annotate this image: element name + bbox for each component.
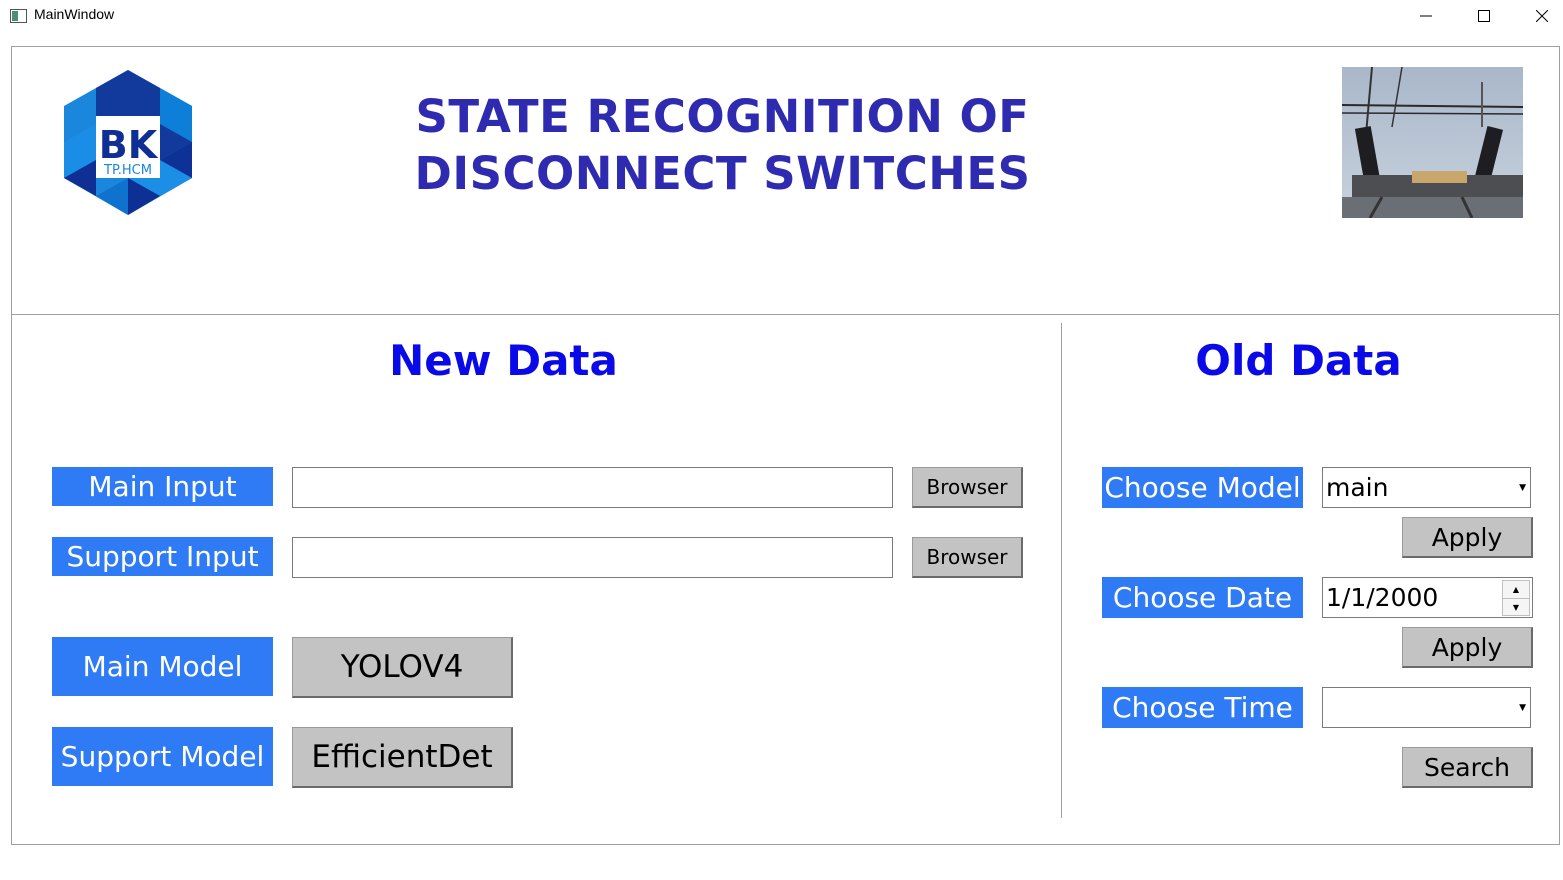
support-input-label: Support Input xyxy=(52,537,273,576)
support-model-button[interactable]: EfficientDet xyxy=(292,727,513,788)
apply-date-button[interactable]: Apply xyxy=(1402,627,1533,668)
main-model-label: Main Model xyxy=(52,637,273,696)
support-input-field[interactable] xyxy=(292,537,893,578)
spin-up-icon[interactable]: ▲ xyxy=(1503,581,1529,599)
close-icon xyxy=(1536,10,1548,22)
dropdown-arrow-icon: ▼ xyxy=(1519,482,1526,493)
dropdown-arrow-icon: ▼ xyxy=(1519,702,1526,713)
app-icon xyxy=(10,9,27,23)
model-select[interactable]: main ▼ xyxy=(1322,467,1531,508)
support-model-label: Support Model xyxy=(52,727,273,786)
choose-date-label: Choose Date xyxy=(1102,577,1303,618)
support-input-browse-button[interactable]: Browser xyxy=(912,537,1023,578)
main-input-field[interactable] xyxy=(292,467,893,508)
main-input-browse-button[interactable]: Browser xyxy=(912,467,1023,508)
main-input-label: Main Input xyxy=(52,467,273,506)
time-select[interactable]: ▼ xyxy=(1322,687,1531,728)
disconnect-switch-photo xyxy=(1342,67,1523,218)
svg-text:BK: BK xyxy=(99,123,159,167)
svg-text:TP.HCM: TP.HCM xyxy=(103,163,152,178)
model-select-value: main xyxy=(1326,473,1389,502)
window-title: MainWindow xyxy=(34,6,115,22)
main-model-button[interactable]: YOLOV4 xyxy=(292,637,513,698)
old-data-title: Old Data xyxy=(1195,336,1402,385)
date-input-value: 1/1/2000 xyxy=(1326,583,1439,612)
choose-time-label: Choose Time xyxy=(1102,687,1303,728)
bk-logo: BK TP.HCM xyxy=(52,68,204,218)
maximize-button[interactable] xyxy=(1455,0,1513,32)
app-title: STATE RECOGNITION OF DISCONNECT SWITCHES xyxy=(414,90,1031,200)
maximize-icon xyxy=(1478,10,1490,22)
date-spinner[interactable]: ▲ ▼ xyxy=(1502,580,1530,616)
search-button[interactable]: Search xyxy=(1402,747,1533,788)
apply-model-button[interactable]: Apply xyxy=(1402,517,1533,558)
section-divider xyxy=(1061,323,1062,818)
choose-model-label: Choose Model xyxy=(1102,467,1303,508)
close-button[interactable] xyxy=(1513,0,1563,32)
spin-down-icon[interactable]: ▼ xyxy=(1503,599,1529,616)
new-data-title: New Data xyxy=(389,336,618,385)
minimize-button[interactable] xyxy=(1397,0,1455,32)
date-input[interactable]: 1/1/2000 ▲ ▼ xyxy=(1322,577,1533,618)
minimize-icon xyxy=(1420,15,1432,17)
